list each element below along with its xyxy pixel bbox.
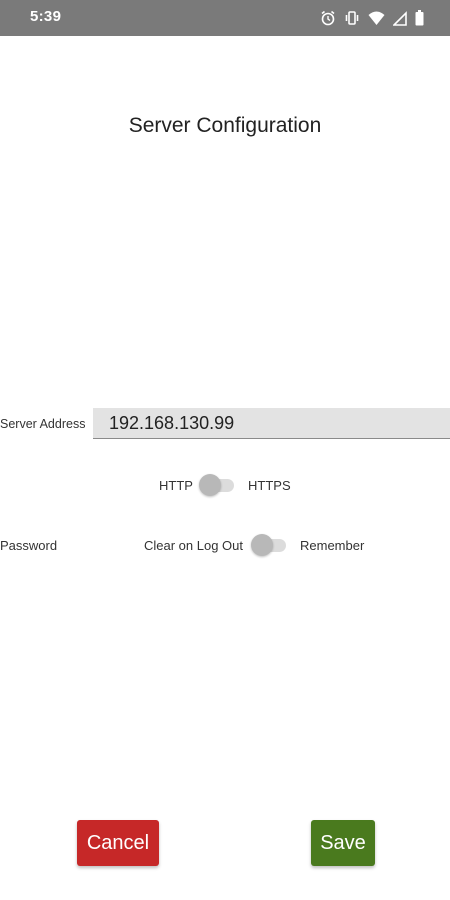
- protocol-switch[interactable]: [199, 473, 234, 497]
- password-label: Password: [0, 538, 58, 553]
- password-switch-thumb: [251, 534, 273, 556]
- cancel-button[interactable]: Cancel: [77, 820, 159, 866]
- status-icons: [320, 9, 424, 27]
- clear-on-logout-label: Clear on Log Out: [144, 538, 244, 553]
- http-label: HTTP: [159, 478, 193, 493]
- password-switch[interactable]: [251, 533, 286, 557]
- server-address-input[interactable]: 192.168.130.99: [93, 408, 450, 439]
- protocol-switch-thumb: [199, 474, 221, 496]
- battery-icon: [415, 10, 424, 26]
- page-title: Server Configuration: [128, 114, 322, 137]
- app-screen: 5:39 Server Configuration Server Address…: [0, 0, 450, 900]
- wifi-icon: [368, 10, 385, 26]
- remember-label: Remember: [300, 538, 365, 553]
- status-time: 5:39: [30, 8, 62, 25]
- status-bar: 5:39: [0, 0, 450, 36]
- signal-icon: [393, 10, 407, 26]
- alarm-icon: [320, 10, 336, 26]
- save-button[interactable]: Save: [311, 820, 375, 866]
- vibrate-icon: [344, 10, 360, 26]
- https-label: HTTPS: [248, 478, 291, 493]
- server-address-label: Server Address: [0, 417, 86, 431]
